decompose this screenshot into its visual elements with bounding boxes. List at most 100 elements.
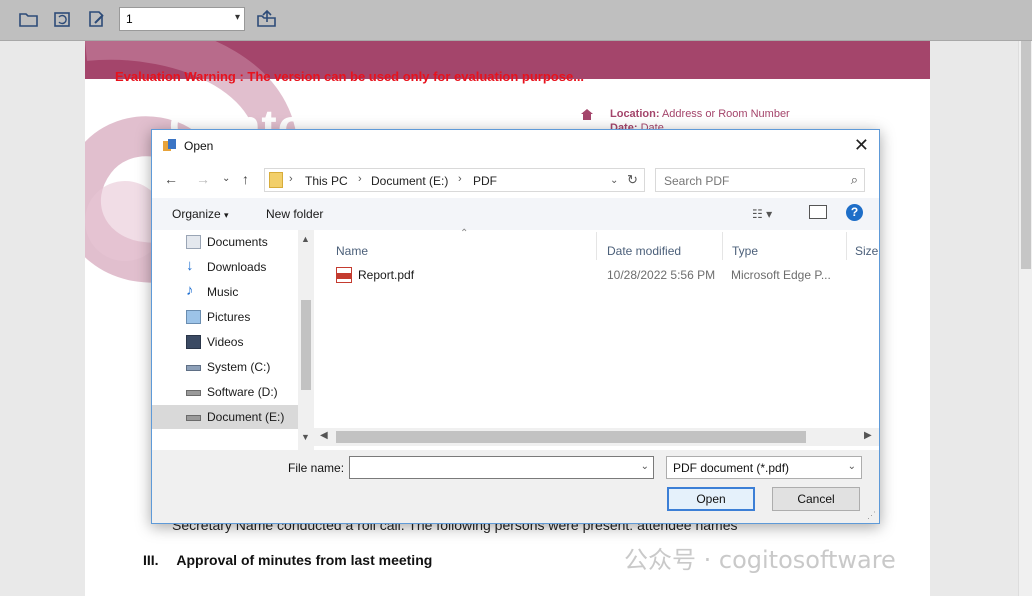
drive-icon [186,365,201,371]
upload-icon[interactable] [256,9,278,29]
nav-item-system-c[interactable]: System (C:) [152,355,300,379]
videos-icon [186,335,201,349]
dialog-title: Open [184,139,214,153]
scrollbar-thumb[interactable] [301,300,311,390]
chevron-down-icon: ▾ [224,210,229,220]
chevron-right-icon: › [458,173,462,185]
organize-label: Organize [172,207,221,221]
pdf-file-icon [336,267,352,283]
location-value: Address or Room Number [661,108,790,120]
nav-item-pictures[interactable]: Pictures [152,305,300,329]
file-type-value: PDF document (*.pdf) [673,461,790,475]
breadcrumb-this-pc[interactable]: This PC [305,174,348,188]
organize-menu[interactable]: Organize ▾ [172,207,229,221]
navigation-row: ← → ⌄ ↑ › This PC › Document (E:) › PDF … [152,164,879,196]
column-header-name[interactable]: Name [336,244,368,258]
navigation-pane: Documents ↓ Downloads ♪ Music Pictures V… [152,230,314,450]
search-input[interactable]: Search PDF ⌕ [655,168,865,192]
scrollbar-thumb[interactable] [336,431,806,443]
nav-item-label: Software (D:) [207,385,278,399]
drive-icon [186,390,201,396]
nav-item-label: Pictures [207,310,251,324]
preview-pane-icon[interactable] [809,205,827,219]
breadcrumb-document-e[interactable]: Document (E:) [371,174,448,188]
nav-item-label: System (C:) [207,360,271,374]
nav-item-software-d[interactable]: Software (D:) [152,380,300,404]
nav-item-documents[interactable]: Documents [152,230,300,254]
nav-item-downloads[interactable]: ↓ Downloads [152,255,300,279]
search-placeholder: Search PDF [664,174,730,188]
open-folder-icon[interactable] [18,9,40,29]
scrollbar-thumb[interactable] [1021,41,1031,269]
location-line: Location: Address or Room Number [610,108,790,120]
open-button[interactable]: Open [667,487,755,511]
cancel-button[interactable]: Cancel [772,487,860,511]
file-row[interactable]: Report.pdf 10/28/2022 5:56 PM Microsoft … [334,266,874,286]
home-icon [581,109,593,120]
folder-icon [269,172,283,188]
new-folder-button[interactable]: New folder [266,207,323,221]
scroll-left-icon[interactable]: ◀ [320,430,328,441]
column-divider[interactable] [722,232,723,260]
column-header-date-modified[interactable]: Date modified [607,244,681,258]
downloads-icon: ↓ [186,257,194,274]
file-name: Report.pdf [358,268,415,282]
resize-grip-icon[interactable]: ⋰ [867,510,876,521]
file-name-input[interactable]: ⌄ [349,456,654,479]
music-icon: ♪ [186,282,194,299]
nav-item-videos[interactable]: Videos [152,330,300,354]
documents-icon [186,235,201,249]
file-list-scrollbar[interactable]: ◀ ▶ [314,428,879,446]
file-type-select[interactable]: PDF document (*.pdf) ⌄ [666,456,862,479]
reload-icon[interactable] [52,9,74,29]
up-arrow-icon[interactable]: ↑ [242,171,249,187]
scroll-down-icon[interactable]: ▼ [301,432,310,442]
view-options-icon[interactable]: ☷ ▾ [752,207,772,221]
file-list: ⌃ Name Date modified Type Size Report.pd… [314,228,879,450]
refresh-icon[interactable]: ↻ [627,172,638,188]
nav-item-document-e[interactable]: Document (E:) [152,405,300,429]
pictures-icon [186,310,201,324]
column-divider[interactable] [596,232,597,260]
recent-locations-icon[interactable]: ⌄ [222,173,230,184]
nav-item-label: Music [207,285,239,299]
file-name-label: File name: [288,461,345,475]
sort-ascending-icon: ⌃ [460,228,469,239]
evaluation-warning: Evaluation Warning : The version can be … [115,69,585,84]
location-label: Location: [610,108,660,120]
column-divider[interactable] [846,232,847,260]
edit-icon[interactable] [86,9,108,29]
file-date-modified: 10/28/2022 5:56 PM [607,268,716,282]
document-scrollbar[interactable] [1018,41,1032,596]
chevron-down-icon[interactable]: ⌄ [610,175,618,186]
section-heading: III. Approval of minutes from last meeti… [143,552,432,568]
section-title: Approval of minutes from last meeting [176,552,433,568]
column-header-size[interactable]: Size [855,244,878,258]
page-number-select[interactable]: 1 ▾ [119,7,245,31]
chevron-right-icon: › [289,173,293,185]
back-arrow-icon[interactable]: ← [164,171,178,187]
scroll-up-icon[interactable]: ▲ [301,234,310,244]
nav-item-label: Documents [207,235,268,249]
breadcrumb-pdf[interactable]: PDF [473,174,497,188]
section-number: III. [143,552,159,568]
chevron-down-icon: ▾ [234,12,240,23]
chevron-down-icon: ⌄ [847,461,856,472]
chevron-down-icon[interactable]: ⌄ [641,461,649,472]
drive-icon [186,415,201,421]
search-icon[interactable]: ⌕ [851,172,858,188]
address-bar[interactable]: › This PC › Document (E:) › PDF ⌄ ↻ [264,168,645,192]
nav-item-music[interactable]: ♪ Music [152,280,300,304]
viewer-toolbar: 1 ▾ [0,0,1032,41]
close-icon[interactable]: ✕ [854,135,869,156]
forward-arrow-icon[interactable]: → [196,171,210,187]
open-file-dialog: Open ✕ ← → ⌄ ↑ › This PC › Document (E:)… [151,129,880,524]
file-type: Microsoft Edge P... [731,268,831,282]
dialog-title-bar[interactable]: Open ✕ [152,130,879,162]
help-icon[interactable]: ? [846,204,863,221]
dialog-footer: File name: ⌄ PDF document (*.pdf) ⌄ Open… [152,450,879,523]
page-number-value: 1 [126,12,133,26]
navigation-scrollbar[interactable]: ▲ ▼ [298,230,314,450]
scroll-right-icon[interactable]: ▶ [864,430,872,441]
column-header-type[interactable]: Type [732,244,758,258]
